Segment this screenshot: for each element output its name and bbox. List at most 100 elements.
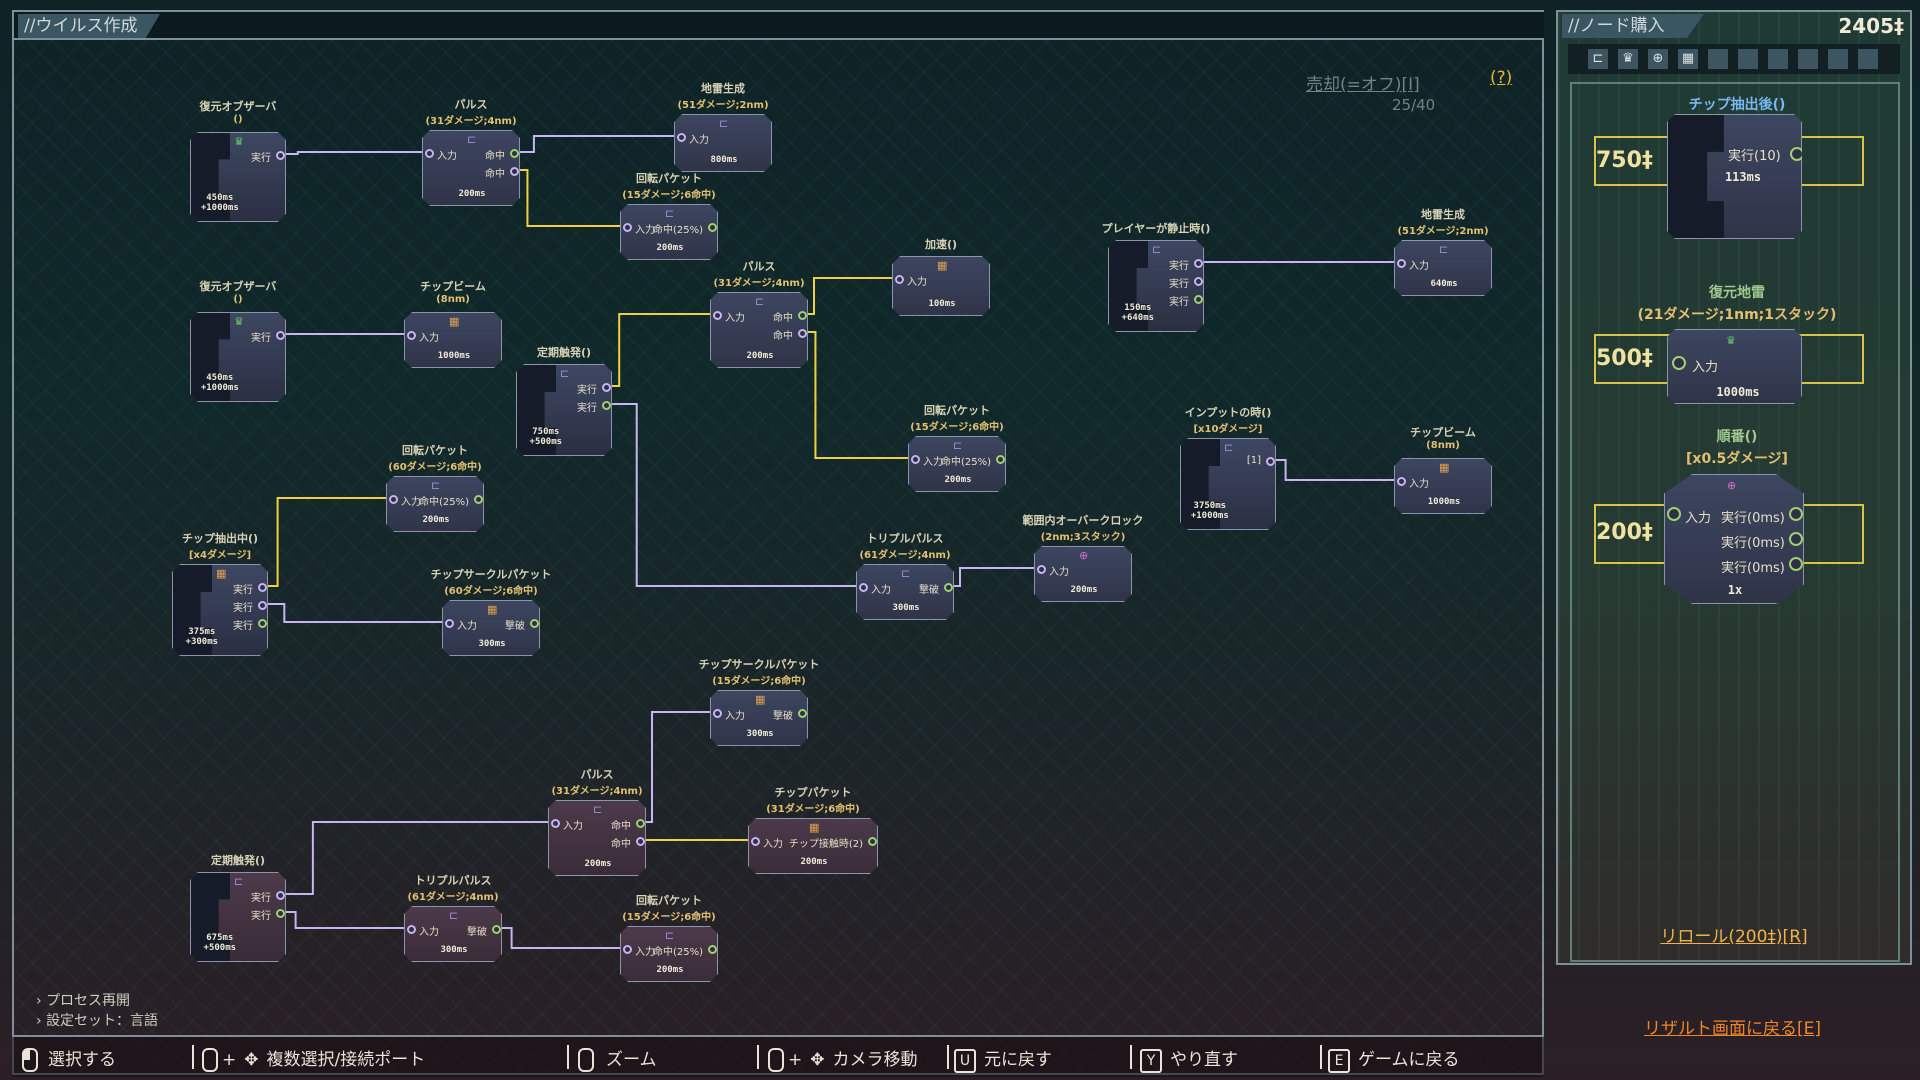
- output-port[interactable]: [708, 223, 717, 232]
- input-port[interactable]: [1037, 565, 1046, 574]
- output-port[interactable]: [996, 455, 1005, 464]
- output-port[interactable]: [636, 837, 645, 846]
- node-n4[interactable]: ⊏ 入力 命中(25%) 200ms: [620, 204, 718, 260]
- filter-slot-icon[interactable]: [1858, 49, 1878, 69]
- shop-item-restore-mine[interactable]: ♛ 入力 1000ms: [1667, 329, 1802, 404]
- output-port[interactable]: [1789, 507, 1803, 521]
- output-port[interactable]: [636, 819, 645, 828]
- output-port[interactable]: [258, 583, 267, 592]
- output-port[interactable]: [492, 925, 501, 934]
- filter-chip-icon[interactable]: ▦: [1678, 49, 1698, 69]
- output-port[interactable]: [1194, 295, 1203, 304]
- output-port[interactable]: [474, 495, 483, 504]
- input-port[interactable]: [713, 311, 722, 320]
- output-port[interactable]: [1194, 259, 1203, 268]
- output-port[interactable]: [276, 331, 285, 340]
- help-button[interactable]: (?): [1490, 68, 1512, 88]
- node-n11[interactable]: ⊏ 入力 命中(25%) 200ms: [386, 476, 484, 532]
- input-port[interactable]: [551, 819, 560, 828]
- input-port[interactable]: [859, 583, 868, 592]
- filter-slot-icon[interactable]: [1768, 49, 1788, 69]
- menu-resume-process[interactable]: › プロセス再開: [36, 990, 130, 1010]
- input-port[interactable]: [623, 223, 632, 232]
- node-n10[interactable]: ⊏ 入力 命中(25%) 200ms: [908, 436, 1006, 492]
- node-n8[interactable]: ⊏ 入力 命中 命中 200ms: [710, 292, 808, 368]
- output-port[interactable]: [276, 151, 285, 160]
- output-port[interactable]: [276, 909, 285, 918]
- output-port[interactable]: [798, 709, 807, 718]
- shop-item-title: 復元地雷: [1709, 285, 1765, 301]
- input-port[interactable]: [1667, 507, 1681, 521]
- filter-slot-icon[interactable]: [1738, 49, 1758, 69]
- node-n15[interactable]: ⊕ 入力 200ms: [1034, 546, 1132, 602]
- input-port[interactable]: [911, 455, 920, 464]
- input-port[interactable]: [425, 149, 434, 158]
- node-n5[interactable]: ♛ 実行 450ms +1000ms: [190, 312, 286, 402]
- input-port[interactable]: [407, 331, 416, 340]
- node-n19[interactable]: ▦ 入力 1000ms: [1394, 458, 1492, 514]
- filter-slot-icon[interactable]: [1798, 49, 1818, 69]
- node-n1[interactable]: ♛ 実行 450ms +1000ms: [190, 132, 286, 222]
- node-n21[interactable]: ⊏ 入力 命中 命中 200ms: [548, 800, 646, 876]
- node-n9[interactable]: ▦ 入力 100ms: [892, 256, 990, 316]
- input-port[interactable]: [407, 925, 416, 934]
- output-port[interactable]: [510, 167, 519, 176]
- output-port[interactable]: [510, 149, 519, 158]
- output-port[interactable]: [708, 945, 717, 954]
- shop-item-subtitle: (21ダメージ;1nm;1スタック): [1637, 307, 1837, 323]
- shop-item-chip-extract-after[interactable]: 実行(10) 113ms: [1667, 114, 1802, 239]
- node-n12[interactable]: ▦ 実行 実行 実行 375ms +300ms: [172, 564, 268, 656]
- input-port[interactable]: [1397, 259, 1406, 268]
- output-port[interactable]: [798, 311, 807, 320]
- node-n17[interactable]: ⊏ 入力 640ms: [1394, 240, 1492, 296]
- output-port[interactable]: [1194, 277, 1203, 286]
- node-n14[interactable]: ⊏ 入力 撃破 300ms: [856, 564, 954, 620]
- node-n24[interactable]: ⊏ 入力 撃破 300ms: [404, 906, 502, 962]
- sell-toggle[interactable]: 売却(=オフ)[I]: [1306, 70, 1420, 95]
- output-port[interactable]: [258, 601, 267, 610]
- node-n20[interactable]: ▦ 入力 撃破 300ms: [710, 690, 808, 746]
- input-port[interactable]: [623, 945, 632, 954]
- output-port[interactable]: [798, 329, 807, 338]
- output-port[interactable]: [602, 401, 611, 410]
- node-title: 地雷生成: [1421, 208, 1465, 221]
- node-n23[interactable]: ⊏ 実行 実行 675ms +500ms: [190, 872, 286, 962]
- shop-item-sequence[interactable]: ⊕ 入力 実行(0ms) 実行(0ms) 実行(0ms) 1x: [1664, 474, 1804, 604]
- input-port[interactable]: [1397, 477, 1406, 486]
- node-time: 800ms: [710, 155, 738, 165]
- menu-settings-language[interactable]: › 設定セット：言語: [36, 1010, 158, 1030]
- input-port[interactable]: [389, 495, 398, 504]
- output-port[interactable]: [1266, 457, 1275, 466]
- node-n18[interactable]: ⊏ [1] 3750ms +1000ms: [1180, 438, 1276, 530]
- input-port[interactable]: [713, 709, 722, 718]
- node-n13[interactable]: ▦ 入力 撃破 300ms: [442, 600, 540, 656]
- node-n25[interactable]: ⊏ 入力 命中(25%) 200ms: [620, 926, 718, 982]
- output-port[interactable]: [530, 619, 539, 628]
- node-title: チップ抽出中(): [181, 532, 259, 545]
- node-n2[interactable]: ⊏ 入力 命中 命中 200ms: [422, 130, 520, 206]
- filter-slot-icon[interactable]: [1828, 49, 1848, 69]
- output-port[interactable]: [276, 891, 285, 900]
- node-n16[interactable]: ⊏ 実行 実行 実行 150ms +640ms: [1108, 240, 1204, 332]
- output-port[interactable]: [1789, 532, 1803, 546]
- output-port[interactable]: [868, 837, 877, 846]
- input-port[interactable]: [751, 837, 760, 846]
- filter-branch-icon[interactable]: ⊏: [1588, 49, 1608, 69]
- output-port[interactable]: [602, 383, 611, 392]
- input-port[interactable]: [1672, 356, 1686, 370]
- input-port[interactable]: [445, 619, 454, 628]
- output-port[interactable]: [944, 583, 953, 592]
- output-port[interactable]: [1790, 147, 1804, 161]
- reroll-button[interactable]: リロール(200‡)[R]: [1558, 922, 1910, 947]
- output-port[interactable]: [1789, 557, 1803, 571]
- input-port[interactable]: [895, 275, 904, 284]
- filter-crown-icon[interactable]: ♛: [1618, 49, 1638, 69]
- return-to-results-button[interactable]: リザルト画面に戻る[E]: [1644, 1014, 1821, 1039]
- input-port[interactable]: [677, 133, 686, 142]
- node-n22[interactable]: ▦ 入力 チップ接触時(2) 200ms: [748, 818, 878, 874]
- node-n7[interactable]: ⊏ 実行 実行 750ms +500ms: [516, 364, 612, 456]
- node-n3[interactable]: ⊏ 入力 800ms: [674, 114, 772, 172]
- output-port[interactable]: [258, 619, 267, 628]
- filter-slot-icon[interactable]: [1708, 49, 1728, 69]
- filter-crosshair-icon[interactable]: ⊕: [1648, 49, 1668, 69]
